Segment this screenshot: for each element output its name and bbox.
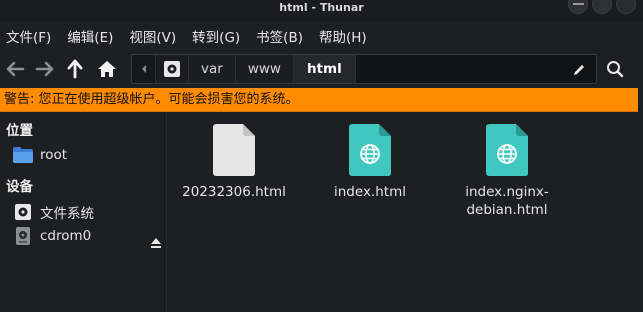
devices-header: 设备 [6, 179, 33, 195]
toolbar: var www html [0, 52, 643, 86]
file-name-line: debian.html [466, 202, 548, 218]
sidebar-item-root[interactable]: root [12, 144, 67, 166]
optical-drive-icon [12, 226, 34, 246]
root-warning-banner: 警告: 您正在使用超级帐户。可能会损害您的系统。 [0, 88, 638, 112]
path-segment-var[interactable]: var [189, 55, 236, 83]
edit-pencil-icon[interactable] [572, 63, 586, 77]
title-bar: html - Thunar [0, 0, 643, 22]
close-icon [621, 3, 632, 6]
home-button[interactable] [96, 58, 118, 80]
file-name: index.nginx- debian.html [447, 183, 567, 219]
path-root-button[interactable] [156, 55, 189, 83]
up-button[interactable] [64, 58, 86, 80]
menu-help[interactable]: 帮助(H) [319, 26, 367, 46]
file-name-line: index.html [334, 184, 406, 200]
home-icon [98, 61, 116, 77]
search-button[interactable] [606, 60, 624, 82]
places-header: 位置 [6, 123, 33, 139]
file-name-line: 20232306.html [182, 184, 286, 200]
menu-view[interactable]: 视图(V) [129, 26, 176, 46]
file-name: index.html [310, 183, 430, 201]
folder-home-icon [12, 145, 34, 165]
sidebar-item-cdrom0[interactable]: cdrom0 [12, 225, 91, 247]
html-globe-file-icon [447, 115, 567, 177]
triangle-left-icon [141, 65, 146, 73]
file-item[interactable]: 20232306.html [174, 115, 294, 201]
file-name: 20232306.html [174, 183, 294, 201]
sidebar-item-label: 文件系统 [40, 206, 94, 222]
path-entry[interactable] [355, 55, 596, 83]
forward-button[interactable] [34, 58, 56, 80]
file-view: 20232306.html index.html index.nginx- de… [168, 113, 643, 312]
drive-icon [12, 202, 34, 222]
file-item[interactable]: index.html [310, 115, 430, 201]
maximize-icon [597, 3, 608, 6]
back-button[interactable] [4, 58, 26, 80]
location-bar: var www html [131, 54, 597, 84]
forward-arrow-icon [35, 61, 54, 77]
generic-file-icon [174, 115, 294, 177]
menu-bookmarks[interactable]: 书签(B) [256, 26, 303, 46]
sidebar-item-filesystem[interactable]: 文件系统 [12, 201, 94, 223]
sidebar-item-label: cdrom0 [40, 228, 92, 244]
window-title: html - Thunar [279, 1, 364, 14]
menu-file[interactable]: 文件(F) [6, 26, 51, 46]
menu-bar: 文件(F) 编辑(E) 视图(V) 转到(G) 书签(B) 帮助(H) [0, 22, 643, 50]
eject-icon [151, 238, 161, 248]
up-arrow-icon [67, 59, 83, 79]
search-icon [607, 61, 624, 78]
eject-button[interactable] [150, 234, 162, 253]
menu-edit[interactable]: 编辑(E) [67, 26, 113, 46]
path-segment-www[interactable]: www [235, 55, 294, 83]
menu-go[interactable]: 转到(G) [192, 26, 240, 46]
sidebar-item-label: root [40, 147, 68, 163]
sidebar: 位置 root 设备 文件系统 cdrom0 [0, 113, 167, 312]
back-arrow-icon [6, 61, 25, 77]
drive-icon [164, 61, 180, 77]
html-globe-file-icon [310, 115, 430, 177]
minimize-icon [573, 3, 584, 5]
path-segment-html[interactable]: html [293, 55, 356, 83]
file-item[interactable]: index.nginx- debian.html [447, 115, 567, 219]
file-name-line: index.nginx- [465, 184, 549, 200]
path-scroll-left-button[interactable] [132, 55, 156, 83]
